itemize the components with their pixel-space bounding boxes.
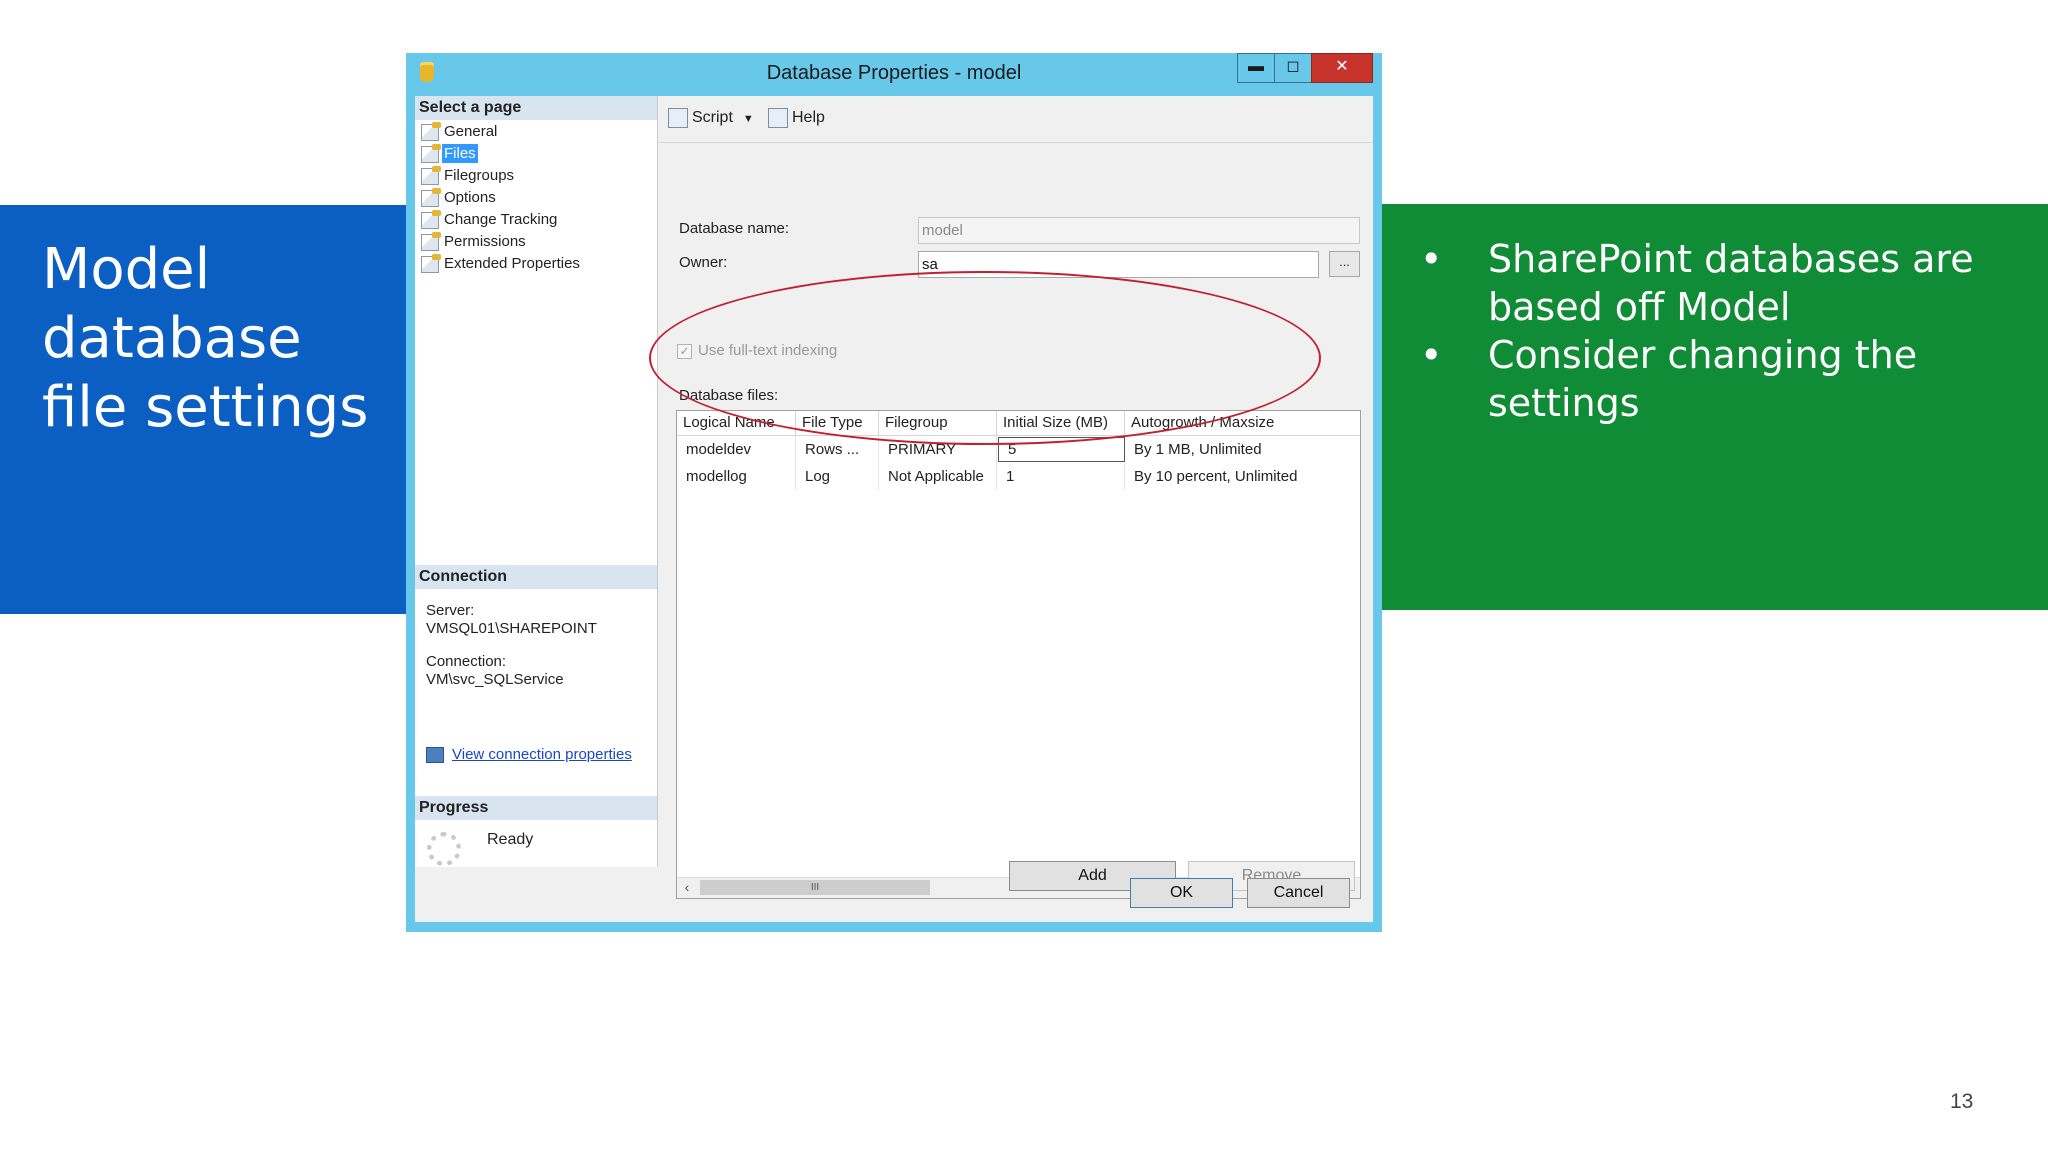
logical-name-cell[interactable]: modellog [677, 463, 796, 490]
cancel-button[interactable]: Cancel [1247, 878, 1350, 908]
autogrowth-cell[interactable]: By 1 MB, Unlimited [1125, 436, 1360, 463]
page-item-permissions[interactable]: Permissions [421, 231, 528, 252]
initial-size-input[interactable]: 5 [998, 437, 1125, 462]
bullet-item: Consider changing the settings [1420, 331, 2020, 427]
bullet-item: SharePoint databases are based off Model [1420, 235, 2020, 331]
page-icon [421, 187, 441, 207]
server-value: VMSQL01\SHAREPOINT [426, 620, 597, 637]
database-name-field: model [918, 217, 1360, 244]
owner-label: Owner: [679, 254, 728, 271]
page-item-files[interactable]: Files [421, 143, 478, 164]
page-icon [421, 231, 441, 251]
file-type-cell[interactable]: Log [796, 463, 879, 490]
page-item-general[interactable]: General [421, 121, 499, 142]
page-icon [421, 253, 441, 273]
database-files-grid[interactable]: Logical Name File Type Filegroup Initial… [676, 410, 1361, 899]
page-icon [421, 143, 441, 163]
progress-header: Progress [415, 796, 657, 820]
table-row[interactable]: modeldev Rows ... PRIMARY 5 By 1 MB, Unl… [677, 436, 1360, 463]
autogrowth-cell[interactable]: By 10 percent, Unlimited [1125, 463, 1360, 490]
chevron-down-icon[interactable]: ▼ [743, 109, 754, 129]
logical-name-cell[interactable]: modeldev [677, 436, 796, 463]
script-icon [668, 108, 688, 128]
checkbox-icon: ✓ [677, 343, 692, 359]
maximize-button[interactable]: ◻ [1274, 53, 1312, 83]
window-title: Database Properties - model [766, 62, 1022, 84]
column-header[interactable]: File Type [796, 411, 879, 435]
connection-value: VM\svc_SQLService [426, 671, 564, 688]
page-icon [421, 165, 441, 185]
view-connection-properties-link[interactable]: View connection properties [452, 746, 632, 763]
scroll-left-icon[interactable]: ‹ [677, 878, 697, 898]
fulltext-indexing-checkbox: ✓ Use full-text indexing [677, 342, 837, 359]
connection-header: Connection [415, 565, 657, 589]
connection-properties-icon [426, 747, 444, 764]
browse-owner-button[interactable]: ... [1329, 251, 1360, 277]
page-item-options[interactable]: Options [421, 187, 498, 208]
page-icon [421, 209, 441, 229]
page-number: 13 [1950, 1090, 1974, 1113]
scrollbar-thumb[interactable]: III [700, 880, 930, 895]
close-button[interactable]: ✕ [1311, 53, 1373, 83]
slide-title: Model database file settings [42, 237, 369, 440]
window-client: Select a page General Files Filegroups O… [415, 96, 1373, 922]
grid-header: Logical Name File Type Filegroup Initial… [677, 411, 1360, 436]
script-button[interactable]: Script ▼ [668, 108, 754, 129]
column-header[interactable]: Initial Size (MB) [997, 411, 1125, 435]
view-connection-properties[interactable]: View connection properties [426, 746, 632, 764]
database-properties-window: Database Properties - model ▬ ◻ ✕ Select… [406, 53, 1382, 932]
ok-button[interactable]: OK [1130, 878, 1233, 908]
bullet-list: SharePoint databases are based off Model… [1420, 235, 2020, 427]
select-page-header: Select a page [415, 96, 657, 120]
database-name-label: Database name: [679, 220, 790, 237]
filegroup-cell[interactable]: PRIMARY [879, 436, 997, 463]
toolbar: Script ▼ Help [658, 96, 1373, 143]
page-item-filegroups[interactable]: Filegroups [421, 165, 516, 186]
page-icon [421, 121, 441, 141]
window-titlebar[interactable]: Database Properties - model ▬ ◻ ✕ [406, 53, 1382, 91]
column-header[interactable]: Autogrowth / Maxsize [1125, 411, 1360, 435]
files-page: Script ▼ Help Database name: model Owner:… [658, 96, 1373, 899]
select-page-pane: Select a page General Files Filegroups O… [415, 96, 658, 867]
minimize-button[interactable]: ▬ [1237, 53, 1275, 83]
database-files-label: Database files: [679, 387, 779, 404]
page-item-change-tracking[interactable]: Change Tracking [421, 209, 559, 230]
table-row[interactable]: modellog Log Not Applicable 1 By 10 perc… [677, 463, 1360, 490]
progress-spinner-icon [427, 832, 461, 866]
connection-label: Connection: [426, 653, 507, 670]
filegroup-cell[interactable]: Not Applicable [879, 463, 997, 490]
server-label: Server: [426, 602, 475, 619]
page-item-extended-properties[interactable]: Extended Properties [421, 253, 582, 274]
owner-field[interactable]: sa [918, 251, 1319, 278]
progress-status: Ready [487, 831, 534, 848]
initial-size-cell[interactable]: 1 [997, 463, 1125, 490]
column-header[interactable]: Filegroup [879, 411, 997, 435]
column-header[interactable]: Logical Name [677, 411, 796, 435]
file-type-cell[interactable]: Rows ... [796, 436, 879, 463]
help-icon [768, 108, 788, 128]
help-button[interactable]: Help [768, 108, 825, 128]
